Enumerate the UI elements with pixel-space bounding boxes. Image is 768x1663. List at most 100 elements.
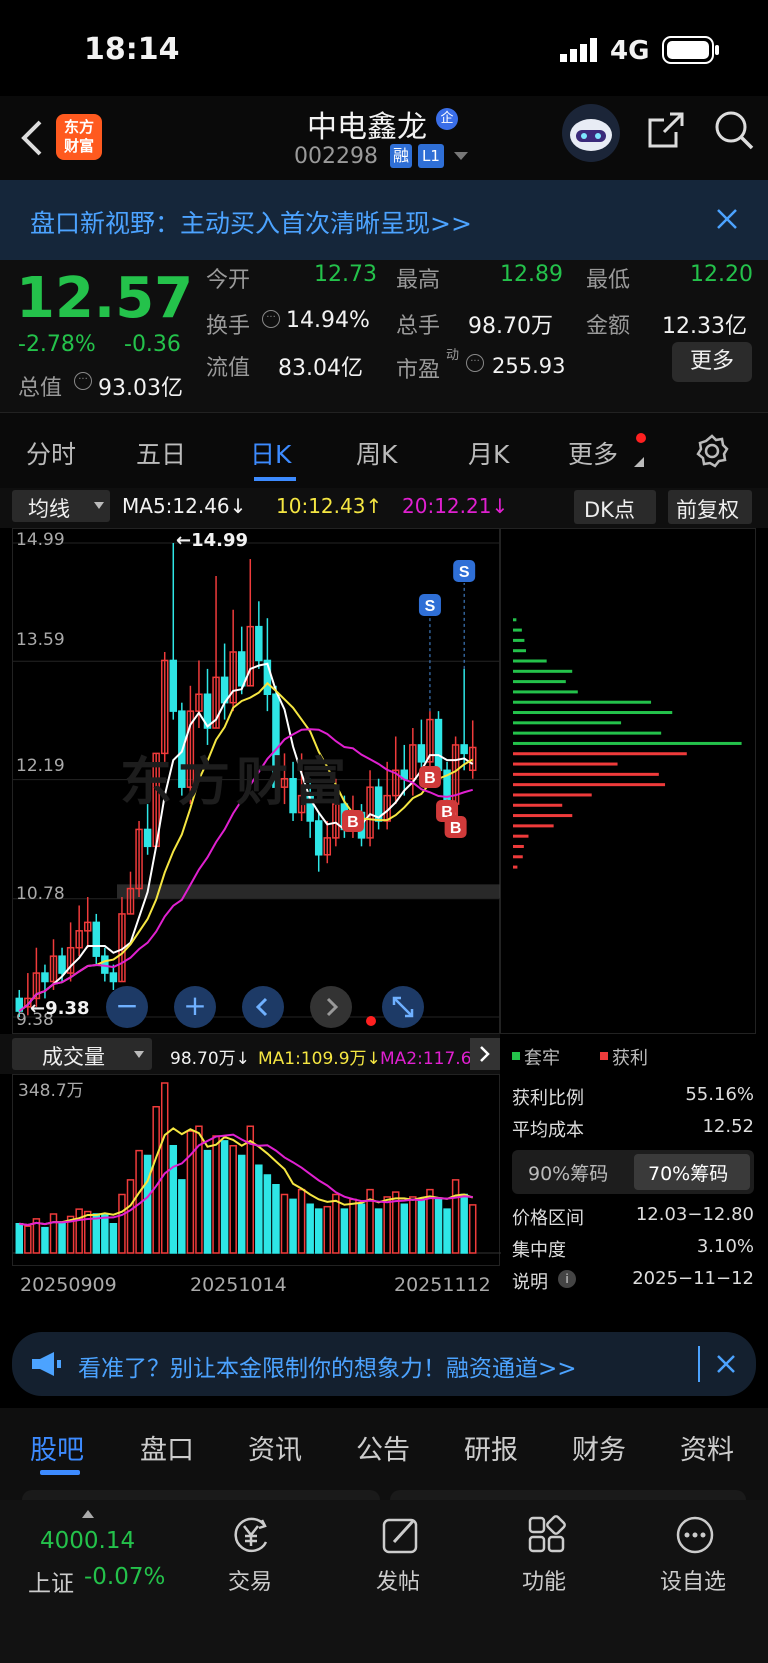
change-amount: -0.36	[124, 332, 181, 357]
volume-bar	[314, 1208, 323, 1254]
ma5-line	[18, 662, 474, 1012]
tab-active-indicator	[254, 477, 296, 481]
promo-banner-top[interactable]: 盘口新视野：主动买入首次清晰呈现>>	[0, 180, 768, 260]
dk-point-button[interactable]: DK点	[574, 490, 656, 524]
search-icon[interactable]	[712, 108, 756, 152]
tab-orderbook[interactable]: 盘口	[140, 1428, 194, 1467]
volume-bar	[178, 1179, 186, 1254]
candle-body	[460, 744, 468, 755]
info-icon[interactable]: ···	[262, 310, 280, 328]
nav-trade[interactable]: 交易	[212, 1514, 292, 1604]
tab-announcements[interactable]: 公告	[356, 1428, 410, 1467]
candle-body	[58, 955, 66, 974]
open-label: 今开	[206, 268, 251, 293]
price-axis-3: 12.19	[16, 756, 65, 776]
chevron-down-icon[interactable]	[454, 152, 468, 162]
close-icon[interactable]	[716, 1354, 736, 1374]
more-quote-button[interactable]: 更多	[672, 342, 752, 382]
chip-bar-trapped	[513, 659, 547, 663]
more-circle-icon	[674, 1514, 716, 1556]
volume-bar	[297, 1188, 306, 1254]
close-icon[interactable]	[716, 208, 738, 230]
float-cap-value: 83.04亿	[278, 356, 363, 381]
last-price: 12.57	[16, 266, 194, 331]
tab-weekly-k[interactable]: 周K	[356, 435, 397, 471]
volume-bar	[160, 1082, 169, 1254]
volume-label: 总手	[396, 314, 441, 339]
index-widget[interactable]: 4000.14 上证 -0.07%	[20, 1506, 180, 1606]
promo-top-text[interactable]: 盘口新视野：主动买入首次清晰呈现>>	[30, 204, 472, 240]
volume-bar	[49, 1213, 58, 1254]
volume-selector[interactable]: 成交量	[12, 1038, 152, 1070]
chip-bar-profit	[513, 824, 554, 828]
zoom-in-button[interactable]: +	[174, 986, 216, 1028]
adjust-button[interactable]: 前复权	[668, 490, 752, 524]
status-bar: 18:14 4G	[0, 0, 768, 96]
volume-bar	[332, 1193, 340, 1254]
tab-monthly-k[interactable]: 月K	[468, 435, 509, 471]
tab-forum[interactable]: 股吧	[30, 1428, 84, 1467]
tab-profile[interactable]: 资料	[680, 1428, 734, 1467]
tab-chip-70[interactable]: 70%筹码	[634, 1154, 750, 1190]
chip-bar-profit	[513, 814, 573, 818]
tab-news[interactable]: 资讯	[248, 1428, 302, 1467]
info-icon[interactable]: ···	[466, 354, 484, 372]
volume-bar	[349, 1198, 357, 1254]
candle-body	[314, 820, 323, 856]
ma-selector[interactable]: 均线	[12, 490, 110, 522]
assistant-avatar[interactable]	[562, 104, 620, 162]
nav-functions-label: 功能	[522, 1570, 567, 1595]
volume-bar	[289, 1198, 297, 1254]
content-card-right	[390, 1490, 746, 1500]
back-icon[interactable]	[18, 118, 44, 158]
float-cap-label: 流值	[206, 356, 251, 381]
tab-financials[interactable]: 财务	[572, 1428, 626, 1467]
tab-five-day[interactable]: 五日	[136, 435, 186, 471]
nav-add-watchlist[interactable]: 设自选	[652, 1514, 742, 1604]
tab-intraday[interactable]: 分时	[26, 435, 76, 471]
volume-chart[interactable]	[12, 1074, 501, 1266]
gear-icon[interactable]	[694, 433, 730, 469]
promo-banner-bottom[interactable]: 看准了？别让本金限制你的想象力！融资通道>>	[12, 1332, 756, 1396]
fullscreen-icon[interactable]	[382, 986, 424, 1028]
chip-distribution	[500, 528, 756, 1034]
tab-chip-70-label: 70%筹码	[648, 1163, 729, 1185]
volume-bar	[41, 1226, 49, 1254]
price-axis-2: 13.59	[16, 630, 65, 650]
chip-date: 2025−11−12	[632, 1268, 754, 1289]
notification-dot	[636, 433, 646, 443]
candle-body	[41, 972, 49, 983]
dropdown-icon	[134, 1051, 144, 1059]
volume-bar	[212, 1135, 220, 1254]
tab-chip-90[interactable]: 90%筹码	[528, 1159, 608, 1186]
zoom-out-button[interactable]: −	[106, 986, 148, 1028]
pe-label: 市盈	[396, 358, 441, 383]
promo-bottom-text[interactable]: 看准了？别让本金限制你的想象力！融资通道>>	[78, 1349, 577, 1383]
tab-more[interactable]: 更多	[568, 435, 618, 471]
date-axis-start: 20250909	[20, 1274, 117, 1296]
chevron-left-icon[interactable]	[242, 986, 284, 1028]
price-axis-top: 14.99	[16, 530, 65, 550]
volume-bar	[92, 1213, 101, 1254]
tab-research[interactable]: 研报	[464, 1428, 518, 1467]
volume-bar	[340, 1208, 349, 1254]
info-icon[interactable]: ···	[74, 372, 92, 390]
network-label: 4G	[610, 36, 650, 66]
info-icon[interactable]: i	[558, 1270, 576, 1288]
chip-info-panel: 套牢 获利 获利比例 55.16% 平均成本 12.52 90%筹码 70%筹码…	[500, 1034, 768, 1306]
nav-trade-label: 交易	[228, 1570, 273, 1595]
chevron-right-icon[interactable]	[310, 986, 352, 1028]
chevron-right-icon[interactable]	[470, 1038, 500, 1070]
nav-post[interactable]: 发帖	[360, 1514, 440, 1604]
volume-svg	[13, 1082, 501, 1254]
nav-functions[interactable]: 功能	[506, 1514, 586, 1604]
corner-triangle-icon	[634, 457, 644, 467]
volume-bar	[237, 1154, 246, 1254]
avg-cost-value: 12.52	[702, 1116, 754, 1137]
concentration-label: 集中度	[512, 1240, 566, 1261]
volume-bar	[186, 1130, 195, 1254]
share-icon[interactable]	[646, 110, 686, 150]
tab-daily-k[interactable]: 日K	[250, 435, 291, 471]
broker-logo[interactable]: 东方 财富	[56, 114, 102, 160]
candle-body	[434, 718, 443, 772]
